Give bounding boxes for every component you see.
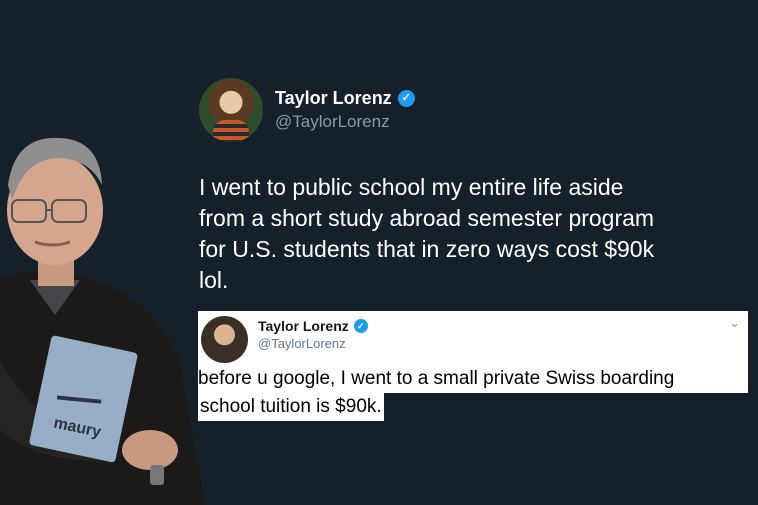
verified-badge-icon: ✓ [353, 319, 368, 333]
author-name[interactable]: Taylor Lorenz [258, 318, 349, 334]
tweet-text: I went to public school my entire life a… [199, 174, 655, 293]
author-handle[interactable]: @TaylorLorenz [258, 336, 346, 351]
author-handle[interactable]: @TaylorLorenz [275, 112, 390, 132]
host-figure: maury [0, 137, 205, 505]
tweet-text-line-2: school tuition is $90k. [200, 396, 382, 417]
quoted-tweet-continuation: school tuition is $90k. [198, 393, 384, 421]
quoted-tweet: Taylor Lorenz ✓ @TaylorLorenz ⌄ before u… [198, 311, 748, 393]
tweet-text-line-1: before u google, I went to a small priva… [198, 368, 675, 389]
verified-badge-icon: ✓ [397, 90, 415, 107]
author-name[interactable]: Taylor Lorenz [275, 88, 392, 109]
chevron-down-icon[interactable]: ⌄ [729, 315, 740, 331]
